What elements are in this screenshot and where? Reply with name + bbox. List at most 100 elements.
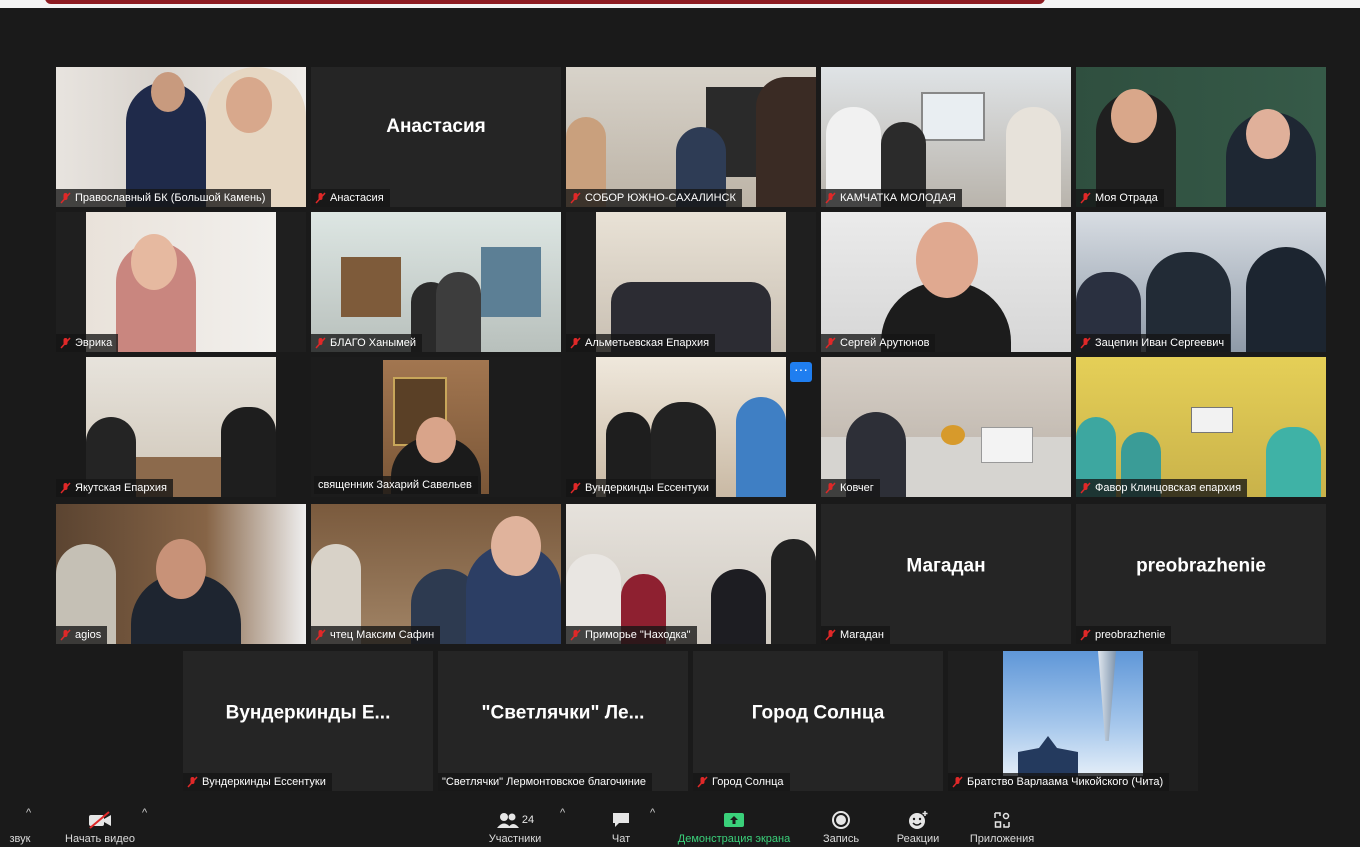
chat-button[interactable]: Чат: [604, 795, 638, 847]
participant-display-name: "Светлячки" Ле...: [481, 702, 645, 724]
apps-button[interactable]: Приложения: [962, 795, 1042, 847]
participant-name-label: Фавор Клинцовская епархия: [1076, 479, 1248, 497]
participant-tile[interactable]: Вундеркинды Е... Вундеркинды Ессентуки: [183, 651, 433, 791]
mic-muted-icon: [1080, 337, 1091, 349]
apps-label: Приложения: [969, 833, 1035, 845]
participant-video: [821, 67, 1071, 207]
mic-muted-icon: [697, 776, 708, 788]
participant-video: [1076, 212, 1326, 352]
participant-tile[interactable]: agios: [56, 504, 306, 644]
mic-muted-icon: [60, 337, 71, 349]
header-banner-strip: [0, 0, 1360, 8]
participant-video: [56, 504, 306, 644]
audio-label: звук: [9, 833, 31, 845]
active-speaker-tile[interactable]: священник Захарий Савельев: [311, 357, 561, 497]
record-icon: [832, 811, 850, 829]
audio-options-caret[interactable]: ^: [26, 807, 31, 819]
mic-muted-icon: [1080, 482, 1091, 494]
participant-tile[interactable]: Ковчег: [821, 357, 1071, 497]
participant-tile[interactable]: Братство Варлаама Чикойского (Чита): [948, 651, 1198, 791]
participant-name-label: Эврика: [56, 334, 119, 352]
mic-muted-icon: [825, 337, 836, 349]
participant-tile[interactable]: Вундеркинды Ессентуки: [566, 357, 816, 497]
participant-name-label: Братство Варлаама Чикойского (Чита): [948, 773, 1170, 791]
participants-button[interactable]: 24 Участники: [482, 795, 548, 847]
reactions-icon: [909, 811, 928, 829]
participant-name-label: Альметьевская Епархия: [566, 334, 716, 352]
mic-muted-icon: [570, 192, 581, 204]
more-options-button[interactable]: ···: [790, 362, 812, 382]
mic-muted-icon: [825, 192, 836, 204]
mic-muted-icon: [825, 482, 836, 494]
participant-display-name: preobrazhenie: [1136, 555, 1266, 577]
participant-video: [566, 67, 816, 207]
participant-video: [56, 212, 306, 352]
participant-video: [311, 212, 561, 352]
participant-tile[interactable]: Зацепин Иван Сергеевич: [1076, 212, 1326, 352]
participant-tile[interactable]: Моя Отрада: [1076, 67, 1326, 207]
participant-tile[interactable]: Магадан Магадан: [821, 504, 1071, 644]
video-options-caret[interactable]: ^: [142, 807, 147, 819]
participants-options-caret[interactable]: ^: [560, 807, 565, 819]
mic-muted-icon: [60, 482, 71, 494]
participant-name-label: Сергей Арутюнов: [821, 334, 936, 352]
apps-icon: [994, 812, 1010, 828]
record-button[interactable]: Запись: [818, 795, 864, 847]
mic-muted-icon: [1080, 629, 1091, 641]
mic-muted-icon: [187, 776, 198, 788]
share-screen-label: Демонстрация экрана: [677, 833, 791, 845]
participant-video: [1076, 67, 1326, 207]
participant-tile[interactable]: Приморье "Находка": [566, 504, 816, 644]
participant-name-label: Магадан: [821, 626, 890, 644]
participant-tile[interactable]: Сергей Арутюнов: [821, 212, 1071, 352]
participant-display-name: Город Солнца: [751, 702, 885, 724]
participant-name-label: Вундеркинды Ессентуки: [566, 479, 715, 497]
participant-display-name: Анастасия: [386, 116, 486, 138]
record-label: Запись: [822, 833, 860, 845]
participant-video: [566, 212, 816, 352]
participant-video: [1076, 357, 1326, 497]
mic-muted-icon: [60, 629, 71, 641]
participant-video: [311, 504, 561, 644]
mic-muted-icon: [60, 192, 71, 204]
participant-tile[interactable]: СОБОР ЮЖНО-САХАЛИНСК: [566, 67, 816, 207]
participant-name-label: Ковчег: [821, 479, 880, 497]
participant-tile[interactable]: Фавор Клинцовская епархия: [1076, 357, 1326, 497]
mic-muted-icon: [315, 337, 326, 349]
participant-tile[interactable]: Альметьевская Епархия: [566, 212, 816, 352]
reactions-button[interactable]: Реакции: [892, 795, 944, 847]
participant-tile[interactable]: Православный БК (Большой Камень): [56, 67, 306, 207]
participant-tile[interactable]: Город Солнца Город Солнца: [693, 651, 943, 791]
participants-icon: [496, 813, 519, 828]
mic-muted-icon: [825, 629, 836, 641]
participant-tile[interactable]: Якутская Епархия: [56, 357, 306, 497]
participant-display-name: Вундеркинды Е...: [225, 702, 391, 724]
participant-tile[interactable]: КАМЧАТКА МОЛОДАЯ: [821, 67, 1071, 207]
participant-name-label: Православный БК (Большой Камень): [56, 189, 272, 207]
participant-name-label: КАМЧАТКА МОЛОДАЯ: [821, 189, 962, 207]
start-video-label: Начать видео: [65, 833, 135, 845]
participant-video: [821, 212, 1071, 352]
participant-video: [56, 357, 306, 497]
participant-name-label: Якутская Епархия: [56, 479, 173, 497]
participant-video: [821, 357, 1071, 497]
participant-tile[interactable]: Эврика: [56, 212, 306, 352]
participant-tile[interactable]: preobrazhenie preobrazhenie: [1076, 504, 1326, 644]
start-video-button[interactable]: Начать видео: [58, 795, 142, 847]
participant-name-label: Моя Отрада: [1076, 189, 1164, 207]
mic-muted-icon: [1080, 192, 1091, 204]
share-screen-button[interactable]: Демонстрация экрана: [670, 795, 798, 847]
participant-tile[interactable]: БЛАГО Ханымей: [311, 212, 561, 352]
chat-options-caret[interactable]: ^: [650, 807, 655, 819]
participants-count: 24: [521, 814, 535, 826]
chat-label: Чат: [611, 833, 631, 845]
mic-muted-icon: [315, 192, 326, 204]
participant-tile[interactable]: чтец Максим Сафин: [311, 504, 561, 644]
audio-button[interactable]: звук: [2, 795, 38, 847]
participant-tile[interactable]: Анастасия Анастасия: [311, 67, 561, 207]
participant-display-name: Магадан: [906, 555, 986, 577]
reactions-label: Реакции: [896, 833, 940, 845]
mic-muted-icon: [952, 776, 963, 788]
participant-tile[interactable]: "Светлячки" Ле... "Светлячки" Лермонтовс…: [438, 651, 688, 791]
mic-muted-icon: [570, 482, 581, 494]
